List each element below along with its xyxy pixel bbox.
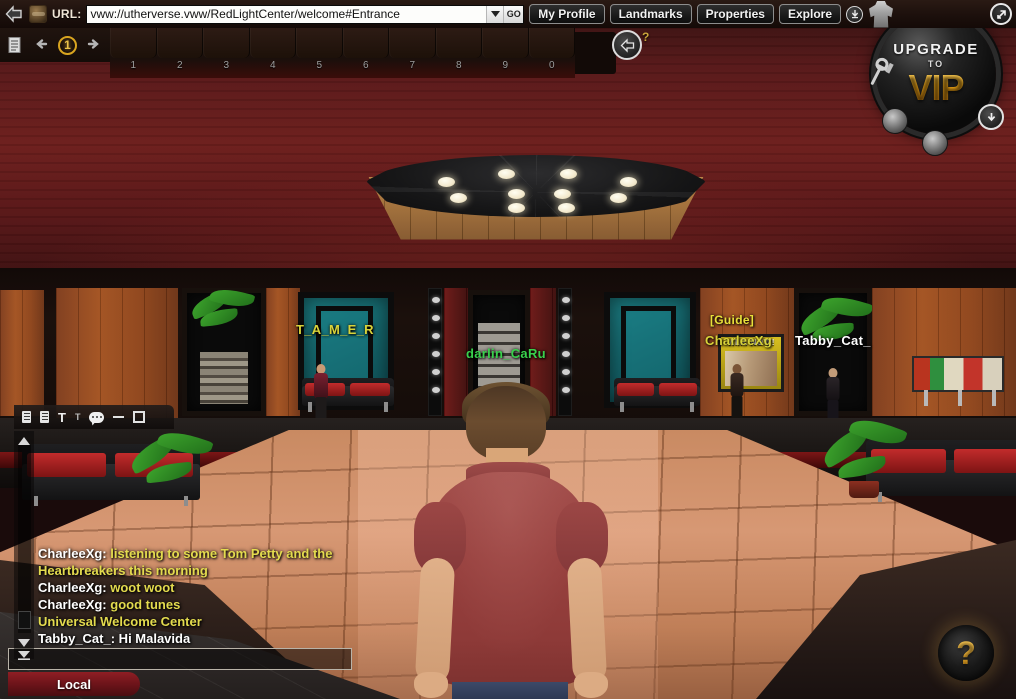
chat-message-log: CharleeXg: listening to some Tom Petty a… [38, 545, 370, 663]
hotbar-controls: 1 [0, 28, 110, 62]
hotbar-slot[interactable]: 4 [249, 28, 296, 71]
help-button[interactable]: ? [938, 625, 994, 681]
chevron-down-icon[interactable] [486, 5, 504, 23]
wall-panel [266, 288, 300, 416]
chat-scroll-thumb[interactable] [17, 611, 31, 629]
hotbar-slot[interactable]: 2 [156, 28, 203, 71]
nameplate-tamer[interactable]: T_A_M_E_R [296, 322, 374, 337]
nameplate-tabby-cat[interactable]: Tabby_Cat_ [795, 333, 871, 348]
scroll-to-end-icon[interactable] [17, 647, 31, 660]
scroll-down-arrow-icon[interactable] [17, 635, 31, 647]
hotbar-slot-label: 9 [502, 60, 509, 71]
url-label: URL: [52, 7, 82, 21]
hotbar-slot[interactable]: 7 [389, 28, 436, 71]
ceiling-light-fixture [358, 155, 714, 245]
hotbar-slot-label: 5 [316, 60, 323, 71]
chat-bubble-icon[interactable] [89, 411, 105, 423]
chat-speaker: CharleeXg: [38, 546, 107, 561]
dance-couple-icon[interactable] [882, 108, 908, 134]
chat-scroll-track[interactable] [17, 445, 31, 633]
help-question-label: ? [956, 635, 976, 671]
hotbar-slot-label: 1 [130, 60, 137, 71]
hotbar-slot-strip: 1 2 3 4 5 6 7 8 9 0 [110, 28, 575, 78]
hotbar-slot-label: 2 [176, 60, 183, 71]
hotbar-help-hint[interactable]: ? [642, 30, 649, 44]
hotbar-slot[interactable]: 5 [296, 28, 343, 71]
scroll-up-arrow-icon[interactable] [17, 433, 31, 445]
chat-text: good tunes [106, 597, 181, 612]
chat-speaker: CharleeXg: [38, 597, 107, 612]
hotbar-slot-label: 7 [409, 60, 416, 71]
nameplate-darlin-caru[interactable]: darlin_CaRu [466, 346, 546, 361]
hotbar-slot-label: 6 [362, 60, 369, 71]
properties-button[interactable]: Properties [696, 4, 774, 24]
wall-panel [56, 288, 178, 418]
explore-button[interactable]: Explore [778, 4, 841, 24]
chat-message: CharleeXg: woot woot [38, 579, 370, 596]
chat-speaker: CharleeXg: [38, 580, 107, 595]
action-hotbar: 1 1 2 3 4 5 6 7 8 9 0 [0, 28, 575, 78]
chat-speaker: Tabby_Cat_: [38, 631, 116, 646]
go-button[interactable]: GO [503, 5, 524, 23]
url-input[interactable] [87, 7, 487, 21]
back-circle-icon[interactable] [612, 30, 642, 60]
nameplate-guide-tag: [Guide] [710, 313, 755, 327]
expand-arrow-icon[interactable] [990, 3, 1012, 25]
nameplate-charleexg[interactable]: CharleeXg [705, 333, 772, 348]
plant-decoration [818, 413, 910, 498]
hotbar-slot[interactable]: 8 [435, 28, 482, 71]
my-profile-button[interactable]: My Profile [529, 4, 605, 24]
download-circle-icon[interactable] [978, 104, 1004, 130]
application-window: V.I.P. NOW! T_A_M_E_R darlin_CaRu [Guide… [0, 0, 1016, 699]
font-small-icon[interactable]: T [75, 412, 81, 422]
vip-word-label: VIP [908, 67, 964, 108]
chat-scrollbar[interactable] [14, 431, 34, 660]
hotbar-slot-label: 0 [548, 60, 555, 71]
hotbar-slot[interactable]: 6 [342, 28, 389, 71]
landmarks-button[interactable]: Landmarks [609, 4, 692, 24]
hotbar-slot-label: 4 [269, 60, 276, 71]
chat-panel: T T CharleeXg: listening to some Tom Pet… [8, 405, 370, 699]
wall-panel [0, 290, 44, 416]
hotbar-slot[interactable]: 9 [482, 28, 529, 71]
hotbar-slot[interactable]: 0 [528, 28, 575, 71]
plant-decoration [796, 291, 876, 358]
hotbar-slot-label: 8 [455, 60, 462, 71]
maximize-icon[interactable] [133, 411, 146, 423]
chat-text: woot woot [106, 580, 175, 595]
avatar-body-icon[interactable] [869, 0, 893, 28]
chat-toolbar: T T [14, 405, 174, 429]
chat-text: Hi Malavida [115, 631, 191, 646]
hotbar-slot-label: 3 [223, 60, 230, 71]
world-globe-icon[interactable] [29, 5, 47, 23]
chat-text: Universal Welcome Center [38, 614, 202, 629]
chat-log-icon[interactable] [22, 411, 31, 423]
font-large-icon[interactable]: T [58, 411, 66, 424]
download-circle-icon[interactable] [846, 5, 863, 23]
chat-message: Tabby_Cat_: Hi Malavida [38, 630, 370, 647]
redo-arrow-icon[interactable] [86, 37, 102, 53]
hotbar-slot[interactable]: 1 [110, 28, 157, 71]
hotbar-slot[interactable]: 3 [203, 28, 250, 71]
chat-message: CharleeXg: good tunes [38, 596, 370, 613]
browser-toolbar: URL: GO My Profile Landmarks Properties … [0, 0, 1016, 28]
pose-couple-icon[interactable] [922, 130, 948, 156]
player-avatar[interactable] [388, 382, 634, 699]
vip-upgrade-label: UPGRADE [893, 41, 979, 58]
chat-system-message: Universal Welcome Center [38, 613, 370, 630]
minimize-icon[interactable] [113, 416, 125, 418]
undo-arrow-icon[interactable] [33, 37, 49, 53]
url-bar[interactable]: GO [86, 4, 525, 24]
page-number-badge[interactable]: 1 [58, 35, 77, 55]
back-arrow-icon[interactable] [4, 4, 24, 24]
document-icon[interactable] [8, 37, 24, 53]
chat-save-icon[interactable] [40, 411, 49, 423]
hotbar-end-panel [568, 32, 616, 74]
chat-message: CharleeXg: listening to some Tom Petty a… [38, 545, 370, 579]
wall-artwork [912, 356, 1004, 406]
plant-decoration [186, 284, 262, 348]
